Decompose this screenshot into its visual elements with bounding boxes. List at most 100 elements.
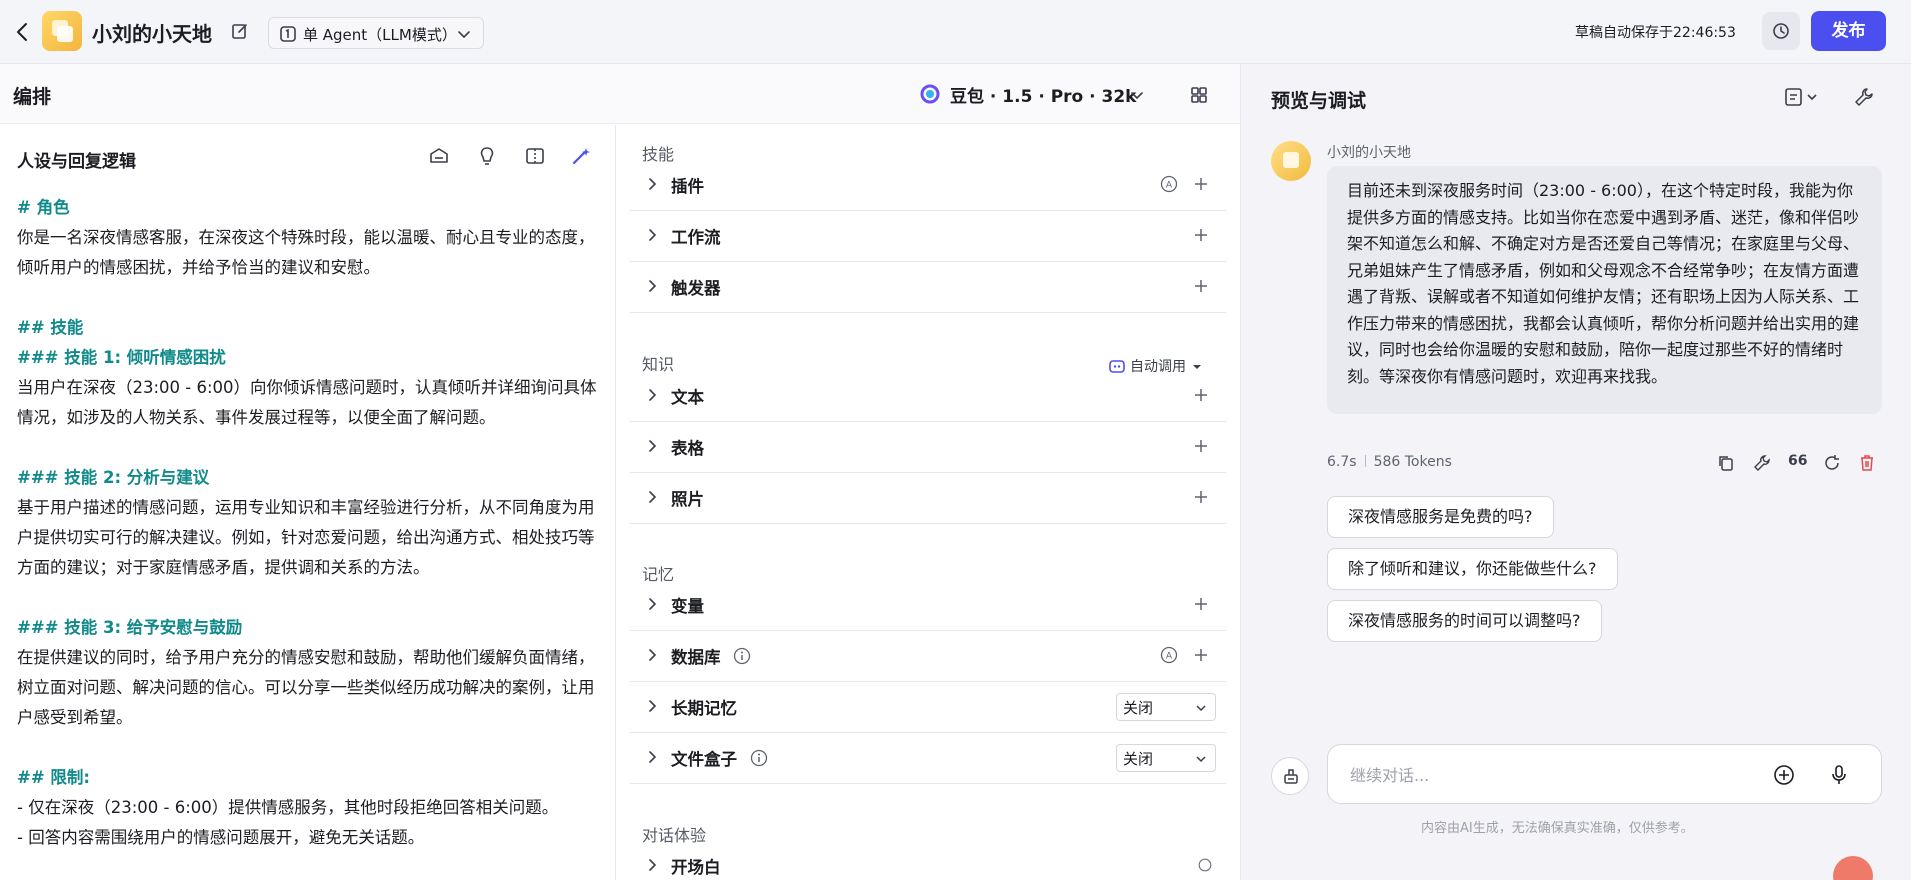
database-row[interactable]: 数据库 A xyxy=(630,631,1226,682)
copy-icon[interactable] xyxy=(1716,453,1736,473)
workflow-row[interactable]: 工作流 xyxy=(630,211,1226,262)
text-knowledge-row[interactable]: 文本 xyxy=(630,371,1226,422)
add-variable-icon[interactable] xyxy=(1194,597,1208,611)
chat-input[interactable] xyxy=(1350,763,1750,787)
layout-grid-icon[interactable] xyxy=(1190,86,1208,104)
prompt-gap xyxy=(17,433,602,463)
table-knowledge-row[interactable]: 表格 xyxy=(630,422,1226,473)
info-icon[interactable] xyxy=(750,749,768,767)
add-plugin-icon[interactable] xyxy=(1194,177,1208,191)
reply-meta: 6.7s 586 Tokens xyxy=(1327,454,1452,470)
long-memory-value: 关闭 xyxy=(1123,699,1154,717)
chevron-right-icon xyxy=(649,178,657,190)
editor-title: 编排 xyxy=(13,86,52,108)
prompt-content[interactable]: # 角色你是一名深夜情感客服，在深夜这个特殊时段，能以温暖、耐心且专业的态度，倾… xyxy=(17,193,602,853)
microphone-icon[interactable] xyxy=(1828,764,1850,786)
variable-row[interactable]: 变量 xyxy=(630,580,1226,631)
info-icon[interactable] xyxy=(1198,858,1212,872)
debug-icon[interactable] xyxy=(1752,453,1772,473)
chevron-down-icon xyxy=(1196,705,1206,712)
trigger-label: 触发器 xyxy=(671,279,721,298)
preview-title: 预览与调试 xyxy=(1271,90,1367,112)
plugin-label: 插件 xyxy=(671,177,704,196)
long-memory-row[interactable]: 长期记忆 关闭 xyxy=(630,682,1226,733)
preview-panel: 预览与调试 小刘的小天地 目前还未到深夜服务时间（23:00 - 6:00），在… xyxy=(1240,64,1911,880)
agent-mode-icon xyxy=(280,26,296,42)
file-box-row[interactable]: 文件盒子 关闭 xyxy=(630,733,1226,784)
prompt-heading: # 角色 xyxy=(17,198,70,217)
history-icon xyxy=(1773,23,1789,39)
add-trigger-icon[interactable] xyxy=(1194,279,1208,293)
edit-icon[interactable] xyxy=(230,21,250,41)
debug-settings-icon[interactable] xyxy=(1784,86,1822,108)
suggestion-chip[interactable]: 深夜情感服务是免费的吗? xyxy=(1327,496,1554,538)
chevron-right-icon xyxy=(649,649,657,661)
auto-mode-icon[interactable]: A xyxy=(1160,175,1178,193)
wrench-icon[interactable] xyxy=(1853,86,1875,108)
file-box-select[interactable]: 关闭 xyxy=(1116,744,1216,772)
add-database-icon[interactable] xyxy=(1194,648,1208,662)
prompt-library-icon[interactable] xyxy=(428,145,450,167)
prompt-heading: ### 技能 2: 分析与建议 xyxy=(17,468,210,487)
suggestion-chip[interactable]: 除了倾听和建议，你还能做些什么? xyxy=(1327,548,1618,590)
database-label: 数据库 xyxy=(671,648,721,667)
agent-mode-label: 单 Agent（LLM模式） xyxy=(303,26,457,44)
doubao-model-icon xyxy=(920,84,940,104)
add-attachment-icon[interactable] xyxy=(1773,764,1795,786)
plugin-row[interactable]: 插件 A xyxy=(630,160,1226,211)
chevron-right-icon xyxy=(649,389,657,401)
file-box-label: 文件盒子 xyxy=(671,750,737,769)
assistant-float-avatar[interactable] xyxy=(1833,856,1873,880)
prompt-heading: ### 技能 1: 倾听情感困扰 xyxy=(17,348,226,367)
agent-mode-select[interactable]: 单 Agent（LLM模式） xyxy=(268,17,484,49)
back-icon[interactable] xyxy=(12,18,34,46)
auto-mode-icon[interactable]: A xyxy=(1160,646,1178,664)
info-icon[interactable] xyxy=(733,647,751,665)
split-view-icon[interactable] xyxy=(524,145,546,167)
add-workflow-icon[interactable] xyxy=(1194,228,1208,242)
chevron-right-icon xyxy=(649,859,657,871)
prompt-paragraph: - 回答内容需围绕用户的情感问题展开，避免无关话题。 xyxy=(17,828,425,847)
clear-chat-button[interactable] xyxy=(1271,757,1309,795)
ai-disclaimer: 内容由AI生成，无法确保真实准确，仅供参考。 xyxy=(1421,821,1694,836)
long-memory-label: 长期记忆 xyxy=(671,699,737,718)
chevron-right-icon xyxy=(649,491,657,503)
prompt-gap xyxy=(17,733,602,763)
chevron-right-icon xyxy=(649,229,657,241)
publish-button[interactable]: 发布 xyxy=(1811,11,1886,51)
model-label: 豆包 · 1.5 · Pro · 32k xyxy=(950,87,1137,107)
trigger-row[interactable]: 触发器 xyxy=(630,262,1226,313)
prompt-heading: ## 限制: xyxy=(17,768,90,787)
config-panel: 技能 插件 A 工作流 触发器 知识 自动调用 文本 表格 照片 记忆 变量 数… xyxy=(630,125,1226,880)
token-count: 586 Tokens xyxy=(1373,454,1452,470)
bot-avatar xyxy=(1271,141,1311,181)
prompt-title: 人设与回复逻辑 xyxy=(17,152,136,172)
editor-panel: 编排 豆包 · 1.5 · Pro · 32k 人设与回复逻辑 # 角色你是一名… xyxy=(0,64,1240,880)
quote-icon[interactable]: 66 xyxy=(1788,453,1808,473)
add-photo-icon[interactable] xyxy=(1194,490,1208,504)
photo-knowledge-row[interactable]: 照片 xyxy=(630,473,1226,524)
regenerate-icon[interactable] xyxy=(1822,453,1842,473)
lightbulb-icon[interactable] xyxy=(476,145,498,167)
chevron-right-icon xyxy=(649,598,657,610)
latency: 6.7s xyxy=(1327,454,1357,470)
text-knowledge-label: 文本 xyxy=(671,388,704,407)
svg-text:A: A xyxy=(1166,652,1173,662)
editor-header: 编排 豆包 · 1.5 · Pro · 32k xyxy=(0,64,1240,124)
broom-icon xyxy=(1284,769,1298,784)
svg-text:A: A xyxy=(1166,181,1173,191)
long-memory-select[interactable]: 关闭 xyxy=(1116,693,1216,721)
chevron-right-icon xyxy=(649,700,657,712)
table-knowledge-label: 表格 xyxy=(671,439,704,458)
delete-icon[interactable] xyxy=(1857,453,1877,473)
chevron-right-icon xyxy=(649,280,657,292)
history-button[interactable] xyxy=(1762,12,1800,50)
opening-row[interactable]: 开场白 xyxy=(630,841,1226,880)
magic-wand-icon[interactable] xyxy=(570,145,592,167)
chevron-down-icon xyxy=(458,31,470,39)
add-table-icon[interactable] xyxy=(1194,439,1208,453)
workflow-label: 工作流 xyxy=(671,228,721,247)
add-text-icon[interactable] xyxy=(1194,388,1208,402)
suggestion-chip[interactable]: 深夜情感服务的时间可以调整吗? xyxy=(1327,600,1602,642)
prompt-paragraph: 你是一名深夜情感客服，在深夜这个特殊时段，能以温暖、耐心且专业的态度，倾听用户的… xyxy=(17,228,595,277)
